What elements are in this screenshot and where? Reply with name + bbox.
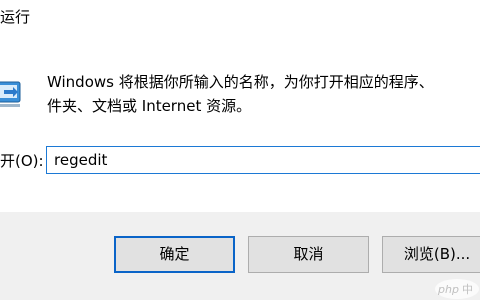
svg-text:php: php xyxy=(437,283,459,296)
title-bar: 运行 xyxy=(0,0,480,38)
dialog-content xyxy=(0,38,480,216)
open-label: 开(O): xyxy=(0,152,44,170)
php-watermark-logo: php 中 xyxy=(435,279,479,299)
window-title: 运行 xyxy=(0,8,31,26)
open-input[interactable]: regedit xyxy=(46,146,480,174)
dialog-description: Windows 将根据你所输入的名称，为你打开相应的程序、 件夹、文档或 Int… xyxy=(47,73,434,115)
cancel-button[interactable]: 取消 xyxy=(248,236,369,273)
run-dialog-icon xyxy=(0,81,21,107)
svg-text:中: 中 xyxy=(462,283,473,296)
browse-button[interactable]: 浏览(B)... xyxy=(382,236,480,273)
ok-button[interactable]: 确定 xyxy=(114,236,235,273)
